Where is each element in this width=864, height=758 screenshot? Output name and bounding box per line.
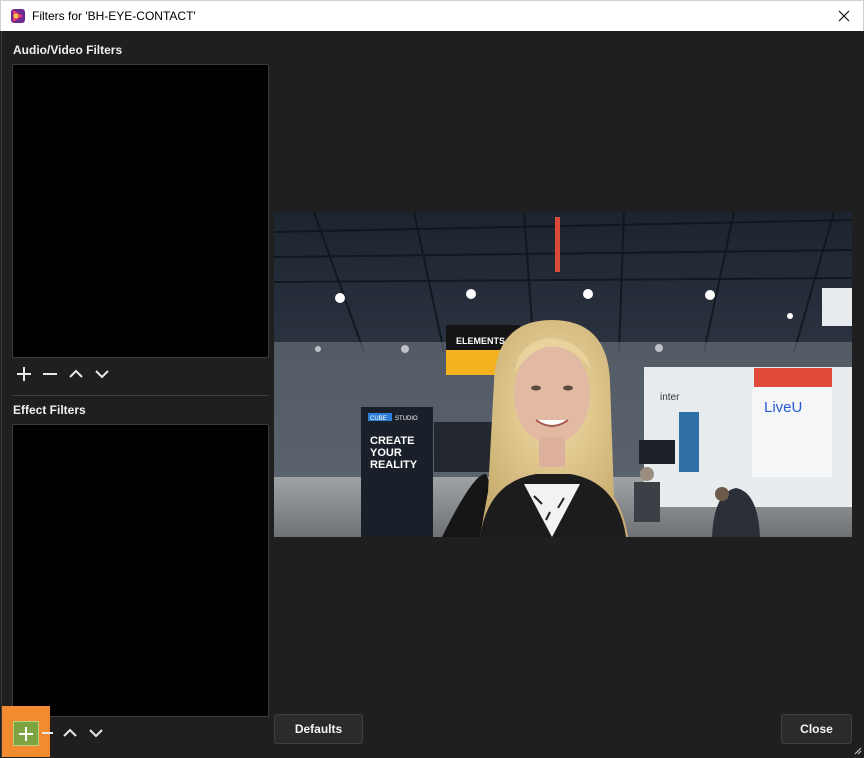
preview-scene: ELEMENTS LiveU inter CUBE STUDIO CREATE …: [274, 212, 852, 537]
close-icon[interactable]: [831, 3, 857, 29]
audio-video-toolbar: [12, 364, 113, 384]
resize-grip-icon[interactable]: [854, 747, 862, 755]
stand-partial-text: inter: [660, 392, 680, 403]
remove-effect-filter-button[interactable]: [41, 723, 55, 743]
obs-app-icon: [11, 9, 25, 23]
poster-brand-b: STUDIO: [395, 416, 418, 422]
add-icon: [19, 726, 33, 741]
add-av-filter-button[interactable]: [12, 364, 35, 384]
move-up-icon: [62, 728, 77, 737]
remove-av-filter-button[interactable]: [38, 364, 61, 384]
stand-brand-text: LiveU: [764, 399, 802, 416]
poster-brand-a: CUBE: [370, 416, 387, 422]
audio-video-filters-label: Audio/Video Filters: [13, 43, 123, 57]
defaults-button[interactable]: Defaults: [274, 714, 363, 744]
remove-icon: [42, 732, 53, 734]
move-down-icon: [88, 729, 103, 738]
title-bar: Filters for 'BH-EYE-CONTACT': [0, 0, 864, 31]
poster-line-1: CREATE: [370, 435, 414, 447]
effect-filter-list[interactable]: [12, 424, 269, 717]
add-effect-filter-button[interactable]: [13, 721, 39, 746]
section-divider: [12, 395, 269, 396]
move-up-effect-filter-button[interactable]: [58, 723, 81, 743]
dialog-body: Audio/Video Filters Effect Filters ELEME…: [1, 31, 864, 757]
audio-video-filter-list[interactable]: [12, 64, 269, 358]
remove-icon: [42, 373, 57, 375]
move-down-effect-filter-button[interactable]: [84, 723, 107, 743]
booth-sign-text: ELEMENTS: [456, 336, 505, 346]
poster-line-3: REALITY: [370, 459, 418, 471]
poster-line-2: YOUR: [370, 447, 402, 459]
move-down-av-filter-button[interactable]: [90, 364, 113, 384]
move-up-icon: [68, 369, 83, 378]
window-title: Filters for 'BH-EYE-CONTACT': [32, 9, 196, 23]
effect-filters-label: Effect Filters: [13, 403, 86, 417]
move-down-icon: [94, 370, 109, 379]
move-up-av-filter-button[interactable]: [64, 364, 87, 384]
effect-toolbar: [41, 723, 107, 743]
source-preview: ELEMENTS LiveU inter CUBE STUDIO CREATE …: [274, 212, 852, 537]
close-button[interactable]: Close: [781, 714, 852, 744]
add-icon: [16, 367, 31, 381]
